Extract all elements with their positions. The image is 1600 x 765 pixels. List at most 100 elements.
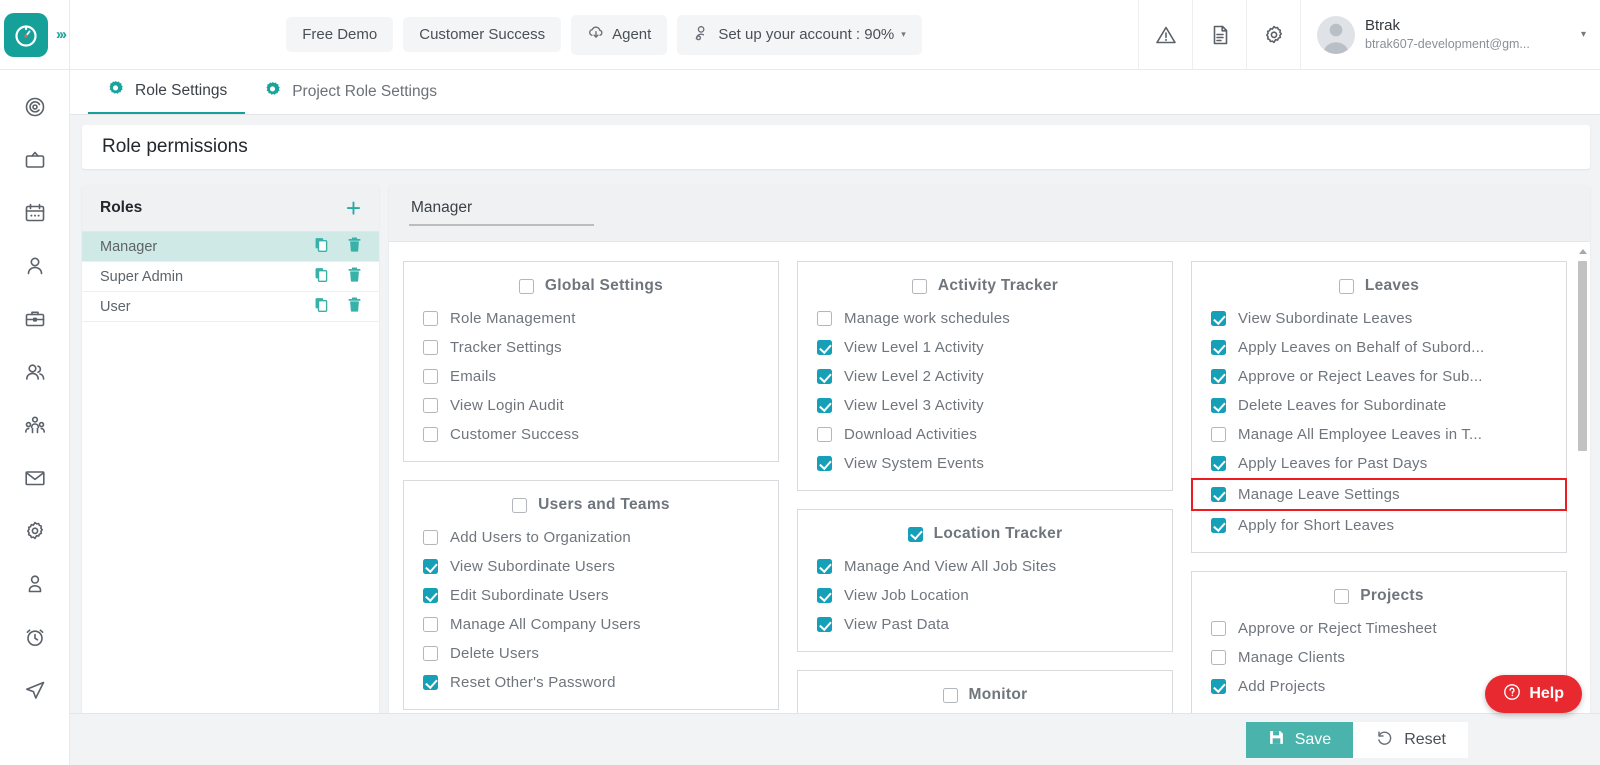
checkbox-unchecked[interactable] — [423, 530, 438, 545]
checkbox-unchecked[interactable] — [1211, 427, 1226, 442]
permission-option[interactable]: Apply Leaves on Behalf of Subord... — [1192, 333, 1566, 362]
copy-icon[interactable] — [313, 266, 330, 288]
checkbox-checked[interactable] — [1211, 518, 1226, 533]
sidebar-item-tracker[interactable] — [18, 92, 52, 122]
sidebar-item-location[interactable] — [18, 675, 52, 705]
checkbox-checked[interactable] — [817, 617, 832, 632]
checkbox-unchecked[interactable] — [1211, 621, 1226, 636]
gear-icon[interactable] — [1246, 0, 1300, 70]
tab-role-settings[interactable]: Role Settings — [88, 70, 246, 114]
checkbox-checked[interactable] — [817, 340, 832, 355]
role-row[interactable]: Manager — [82, 232, 379, 262]
help-button[interactable]: Help — [1485, 675, 1582, 713]
permission-option[interactable]: Manage All Employee Leaves in T... — [1192, 420, 1566, 449]
permission-option[interactable]: View Level 1 Activity — [798, 333, 1172, 362]
save-button[interactable]: Save — [1245, 721, 1354, 758]
permission-option[interactable]: View Level 2 Activity — [798, 362, 1172, 391]
permission-option[interactable]: Manage work schedules — [798, 304, 1172, 333]
account-setup-button[interactable]: Set up your account : 90% ▾ — [677, 14, 922, 55]
permission-option[interactable]: Delete Leaves for Subordinate — [1192, 391, 1566, 420]
trash-icon[interactable] — [346, 265, 363, 289]
warning-icon[interactable] — [1138, 0, 1192, 70]
checkbox-checked[interactable] — [817, 588, 832, 603]
checkbox-checked[interactable] — [907, 526, 923, 542]
checkbox-unchecked[interactable] — [942, 687, 958, 703]
checkbox-checked[interactable] — [1211, 340, 1226, 355]
sidebar-item-attendance[interactable] — [18, 622, 52, 652]
permission-option[interactable]: Apply Leaves for Past Days — [1192, 449, 1566, 478]
permission-option[interactable]: Role Management — [404, 304, 778, 333]
role-row[interactable]: Super Admin — [82, 262, 379, 292]
permission-option[interactable]: Manage And View All Job Sites — [798, 552, 1172, 581]
sidebar-item-calendar[interactable] — [18, 198, 52, 228]
checkbox-checked[interactable] — [423, 559, 438, 574]
checkbox-unchecked[interactable] — [518, 278, 534, 294]
checkbox-checked[interactable] — [1211, 679, 1226, 694]
checkbox-unchecked[interactable] — [423, 398, 438, 413]
permissions-scrollbar[interactable] — [1577, 247, 1588, 741]
tab-project-role-settings[interactable]: Project Role Settings — [245, 70, 455, 114]
permission-group-header[interactable]: Users and Teams — [404, 493, 778, 523]
permission-option[interactable]: View Subordinate Leaves — [1192, 304, 1566, 333]
checkbox-unchecked[interactable] — [423, 427, 438, 442]
permission-option[interactable]: View Level 3 Activity — [798, 391, 1172, 420]
checkbox-checked[interactable] — [1211, 311, 1226, 326]
checkbox-checked[interactable] — [817, 398, 832, 413]
agent-button[interactable]: Agent — [571, 14, 668, 55]
plus-icon[interactable]: + — [346, 195, 361, 221]
checkbox-checked[interactable] — [817, 369, 832, 384]
checkbox-checked[interactable] — [817, 456, 832, 471]
checkbox-unchecked[interactable] — [423, 311, 438, 326]
permission-option[interactable]: Tracker Settings — [404, 333, 778, 362]
checkbox-unchecked[interactable] — [817, 427, 832, 442]
checkbox-unchecked[interactable] — [423, 340, 438, 355]
permission-option[interactable]: Customer Success — [404, 420, 778, 449]
sidebar-item-work[interactable] — [18, 304, 52, 334]
clock-logo-icon[interactable] — [4, 12, 48, 57]
permission-group-header[interactable]: Leaves — [1192, 274, 1566, 304]
sidebar-item-org[interactable] — [18, 410, 52, 440]
checkbox-checked[interactable] — [817, 559, 832, 574]
role-row[interactable]: User — [82, 292, 379, 322]
sidebar-item-mail[interactable] — [18, 463, 52, 493]
copy-icon[interactable] — [313, 296, 330, 318]
checkbox-unchecked[interactable] — [817, 311, 832, 326]
sidebar-item-settings[interactable] — [18, 516, 52, 546]
permission-option[interactable]: View Past Data — [798, 610, 1172, 639]
sidebar-item-team[interactable] — [18, 357, 52, 387]
permission-option[interactable]: Download Activities — [798, 420, 1172, 449]
scroll-up-arrow-icon[interactable] — [1579, 249, 1587, 254]
permission-option[interactable]: View Login Audit — [404, 391, 778, 420]
permission-group-header[interactable]: Activity Tracker — [798, 274, 1172, 304]
checkbox-unchecked[interactable] — [911, 278, 927, 294]
sidebar-item-profile[interactable] — [18, 569, 52, 599]
chevron-double-right-icon[interactable]: ››› — [56, 26, 67, 43]
role-name-input[interactable] — [409, 197, 594, 226]
profile-menu[interactable]: Btrak btrak607-development@gm... ▾ — [1300, 0, 1600, 70]
permission-option-highlighted[interactable]: Manage Leave Settings — [1191, 478, 1567, 511]
checkbox-unchecked[interactable] — [1338, 278, 1354, 294]
checkbox-unchecked[interactable] — [1334, 588, 1350, 604]
checkbox-unchecked[interactable] — [423, 369, 438, 384]
checkbox-unchecked[interactable] — [423, 646, 438, 661]
customer-success-button[interactable]: Customer Success — [403, 17, 562, 52]
permission-option[interactable]: Reset Other's Password — [404, 668, 778, 697]
checkbox-checked[interactable] — [1211, 398, 1226, 413]
permission-option[interactable]: Emails — [404, 362, 778, 391]
trash-icon[interactable] — [346, 295, 363, 319]
sidebar-item-user[interactable] — [18, 251, 52, 281]
permission-option[interactable]: Delete Users — [404, 639, 778, 668]
permission-option[interactable]: Approve or Reject Timesheet — [1192, 614, 1566, 643]
sidebar-item-screenshots[interactable] — [18, 145, 52, 175]
scrollbar-thumb[interactable] — [1578, 261, 1587, 451]
permission-option[interactable]: Approve or Reject Leaves for Sub... — [1192, 362, 1566, 391]
checkbox-checked[interactable] — [423, 588, 438, 603]
document-icon[interactable] — [1192, 0, 1246, 70]
permission-option[interactable]: Apply for Short Leaves — [1192, 511, 1566, 540]
checkbox-checked[interactable] — [1211, 487, 1226, 502]
checkbox-checked[interactable] — [423, 675, 438, 690]
checkbox-checked[interactable] — [1211, 369, 1226, 384]
permission-group-header[interactable]: Monitor — [798, 683, 1172, 713]
free-demo-button[interactable]: Free Demo — [286, 17, 394, 52]
permission-option[interactable]: View Subordinate Users — [404, 552, 778, 581]
